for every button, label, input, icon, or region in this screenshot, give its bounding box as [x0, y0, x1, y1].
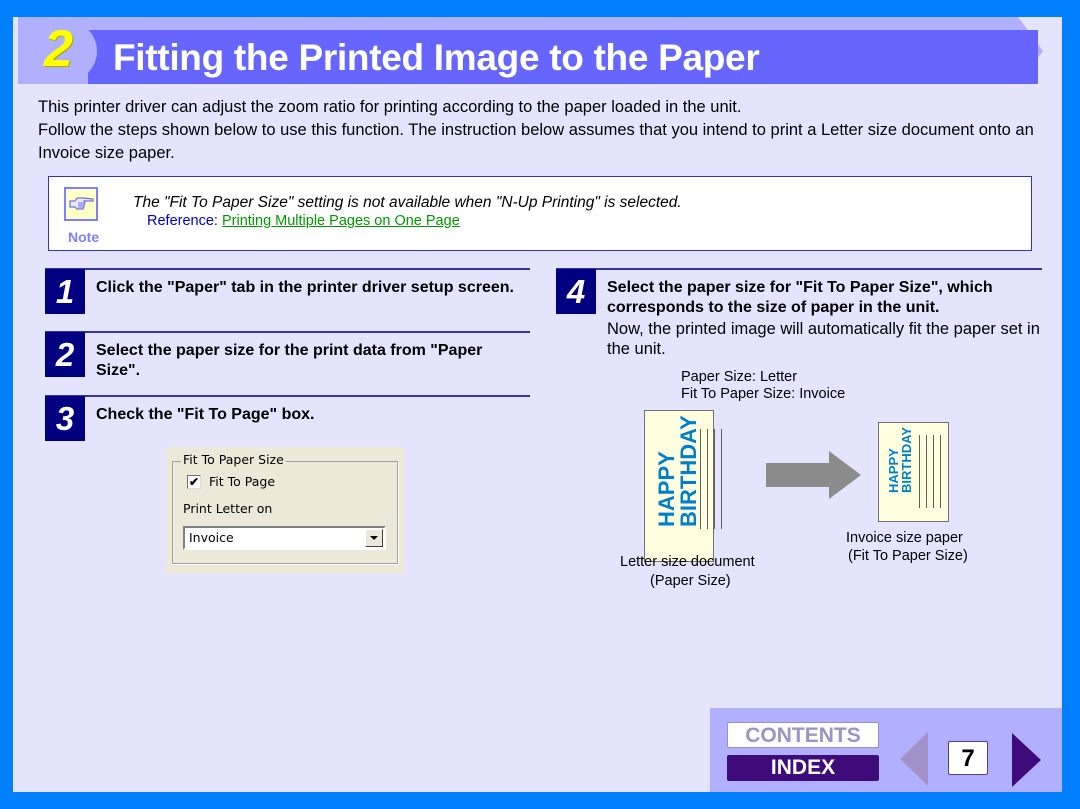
letter-document-illustration: HAPPY BIRTHDAY	[644, 410, 722, 562]
text-line	[933, 435, 934, 508]
section-number: 2	[44, 20, 73, 78]
print-letter-on-label: Print Letter on	[183, 501, 273, 516]
page: 2 Fitting the Printed Image to the Paper…	[13, 17, 1062, 792]
text-line	[940, 435, 941, 508]
step-divider	[45, 395, 530, 397]
text-line	[919, 435, 920, 508]
previous-page-icon[interactable]	[900, 732, 928, 786]
contents-button[interactable]: CONTENTS	[727, 722, 879, 748]
select-value: Invoice	[189, 530, 234, 545]
letter-caption-2: (Paper Size)	[650, 573, 731, 589]
note-box: Note The "Fit To Paper Size" setting is …	[48, 176, 1032, 251]
fit-to-page-label: Fit To Page	[209, 474, 276, 489]
invoice-paper-illustration: HAPPY BIRTHDAY	[878, 422, 949, 522]
step-text: Select the paper size for "Fit To Paper …	[607, 279, 993, 316]
arrow-right-icon	[766, 451, 861, 499]
fit-to-page-checkbox[interactable]: ✔	[187, 475, 201, 489]
text-line	[707, 429, 708, 529]
navigation-panel: CONTENTS INDEX 7	[710, 708, 1062, 792]
doc-text-happy: HAPPY	[654, 451, 679, 527]
step-divider	[556, 268, 1042, 270]
index-button[interactable]: INDEX	[727, 755, 879, 781]
step-number-badge: 3	[45, 396, 85, 441]
dropdown-arrow-icon[interactable]	[365, 529, 383, 547]
title-banner: 2 Fitting the Printed Image to the Paper	[18, 17, 1058, 84]
note-label: Note	[68, 229, 100, 245]
group-title: Fit To Paper Size	[181, 452, 286, 467]
text-line	[721, 429, 722, 529]
step-text: Click the "Paper" tab in the printer dri…	[96, 279, 514, 296]
fit-to-paper-dialog: Fit To Paper Size ✔ Fit To Page Print Le…	[166, 447, 404, 574]
step-text: Check the "Fit To Page" box.	[96, 406, 315, 423]
text-line	[700, 429, 701, 529]
next-page-icon[interactable]	[1012, 733, 1041, 787]
reference-prefix: Reference:	[147, 213, 222, 229]
page-number: 7	[948, 741, 988, 775]
caption-paper-size: Paper Size: Letter	[681, 369, 798, 385]
reference-link[interactable]: Printing Multiple Pages on One Page	[222, 213, 460, 229]
step-text: Select the paper size for the print data…	[96, 342, 483, 379]
caption-fit-size: Fit To Paper Size: Invoice	[681, 386, 846, 402]
step-divider	[45, 331, 530, 333]
note-reference: Reference: Printing Multiple Pages on On…	[147, 213, 460, 229]
step-divider	[45, 268, 530, 270]
pointing-hand-icon	[64, 187, 98, 221]
note-text: The "Fit To Paper Size" setting is not a…	[133, 194, 682, 211]
invoice-caption-1: Invoice size paper	[846, 530, 963, 546]
doc-text-birthday: BIRTHDAY	[899, 427, 914, 493]
step-number-badge: 2	[45, 332, 85, 377]
page-title: Fitting the Printed Image to the Paper	[113, 37, 760, 78]
text-line	[714, 429, 715, 529]
step-subtext: Now, the printed image will automaticall…	[607, 320, 1040, 358]
intro-text: This printer driver can adjust the zoom …	[38, 96, 1048, 165]
doc-text-birthday: BIRTHDAY	[676, 415, 701, 527]
step-number-badge: 4	[556, 269, 596, 314]
paper-size-select[interactable]: Invoice	[183, 526, 386, 550]
intro-line-2: Follow the steps shown below to use this…	[38, 121, 1034, 162]
step-number-badge: 1	[45, 269, 85, 314]
text-line	[926, 435, 927, 508]
letter-caption-1: Letter size document	[620, 554, 755, 570]
invoice-caption-2: (Fit To Paper Size)	[848, 548, 968, 564]
intro-line-1: This printer driver can adjust the zoom …	[38, 98, 742, 116]
